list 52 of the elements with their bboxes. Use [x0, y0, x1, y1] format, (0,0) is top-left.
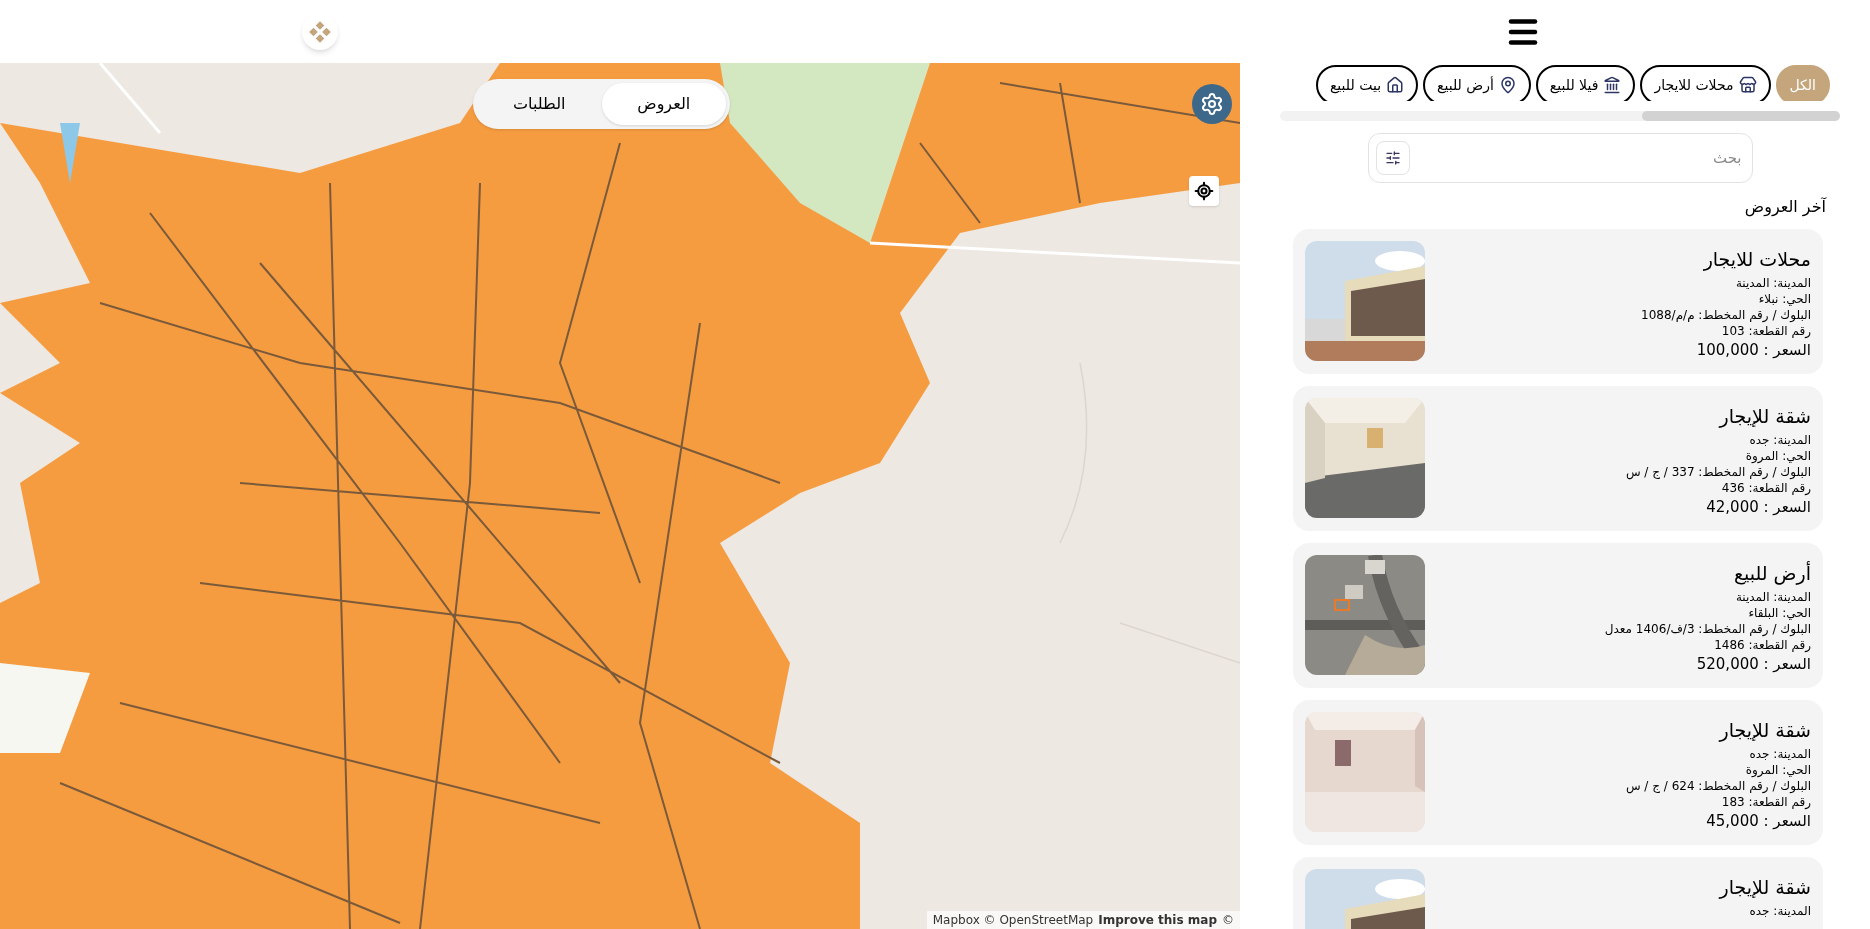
- listing-detail: رقم القطعة: 183: [1721, 794, 1811, 811]
- villa-icon: [1603, 76, 1622, 94]
- listing-detail: رقم القطعة: 436: [1721, 480, 1811, 497]
- listing-detail: الحي: نبلاء: [1758, 291, 1811, 308]
- scrollbar-thumb[interactable]: [1642, 111, 1840, 122]
- locate-button[interactable]: [1189, 176, 1219, 206]
- section-title: آخر العروض: [1744, 197, 1826, 217]
- category-chip[interactable]: فيلا للبيع: [1535, 65, 1636, 102]
- listing-detail: رقم القطعة: 103: [1721, 323, 1811, 340]
- listing-detail: الحي: البلقاء: [1748, 605, 1811, 622]
- category-chip[interactable]: بيت للبيع: [1315, 65, 1419, 102]
- listing-detail: المدينة: المدينة: [1735, 275, 1811, 292]
- listing-title: أرض للبيع: [1733, 560, 1811, 587]
- listing-detail: المدينة: جده: [1749, 432, 1811, 449]
- listing-card[interactable]: أرض للبيع المدينة: المدينة الحي: البلقاء البلوك / رقم المخطط: 3/ف/1406 معدل رقم القطعة: 1486 السعر : 520,000: [1293, 543, 1823, 689]
- listing-detail: البلوك / رقم المخطط: م/م/1088: [1641, 307, 1811, 324]
- settings-icon: [1200, 92, 1224, 116]
- listing-price: السعر : 42,000: [1706, 497, 1811, 519]
- listing-title: شقة للإيجار: [1719, 404, 1811, 430]
- listing-price: السعر : 520,000: [1696, 654, 1811, 676]
- listing-card[interactable]: محلات للايجار المدينة: المدينة الحي: نبلاء البلوك / رقم المخطط: م/م/1088 رقم القطعة: 103 السعر : 100,000: [1293, 229, 1823, 375]
- listing-detail: البلوك / رقم المخطط: 3/ف/1406 معدل: [1604, 621, 1811, 638]
- listing-detail: المدينة: جده: [1749, 746, 1811, 763]
- map-tab[interactable]: العروض: [601, 83, 726, 125]
- filter-button[interactable]: [1375, 141, 1410, 176]
- listing-card[interactable]: شقة للإيجار المدينة: جده الحي: المروة البلوك / رقم المخطط: 624 / ج / س رقم القطعة: 183 السعر : 45,000: [1293, 700, 1823, 846]
- listing-title: شقة للإيجار: [1719, 875, 1811, 901]
- location-pin-icon: [1498, 76, 1517, 94]
- listing-title: شقة للإيجار: [1719, 718, 1811, 744]
- search-field[interactable]: بحث: [1367, 133, 1753, 184]
- filter-icon: [1384, 150, 1401, 167]
- listing-detail: البلوك / رقم المخطط: 337 / ج / س: [1625, 464, 1811, 481]
- category-chip[interactable]: أرض للبيع: [1423, 65, 1531, 102]
- locate-icon: [1194, 181, 1214, 201]
- listing-price: السعر : 45,000: [1706, 811, 1811, 833]
- listing-price: السعر : 100,000: [1696, 340, 1811, 362]
- house-icon: [1386, 76, 1405, 94]
- category-chip[interactable]: محلات للايجار: [1640, 65, 1771, 102]
- copyright-mark: ©: [1222, 912, 1234, 929]
- listing-detail: المدينة: المدينة: [1735, 589, 1811, 606]
- listing-detail: المدينة: جده: [1749, 903, 1811, 920]
- listing-detail: الحي: المروة: [1745, 448, 1811, 465]
- listing-detail: رقم القطعة: 1486: [1714, 637, 1811, 654]
- listing-detail: البلوك / رقم المخطط: 624 / ج / س: [1625, 778, 1811, 795]
- map-credits: Mapbox © OpenStreetMap: [932, 912, 1094, 929]
- listing-detail: الحي: المروة: [1745, 762, 1811, 779]
- listing-card[interactable]: شقة للإيجار المدينة: جده: [1293, 857, 1823, 929]
- listing-card[interactable]: شقة للإيجار المدينة: جده الحي: المروة البلوك / رقم المخطط: 337 / ج / س رقم القطعة: 436 السعر : 42,000: [1293, 386, 1823, 532]
- listing-title: محلات للايجار: [1703, 247, 1811, 273]
- map-tab[interactable]: الطلبات: [477, 83, 602, 125]
- storefront-icon: [1738, 76, 1757, 94]
- improve-map-link[interactable]: Improve this map: [1098, 911, 1217, 929]
